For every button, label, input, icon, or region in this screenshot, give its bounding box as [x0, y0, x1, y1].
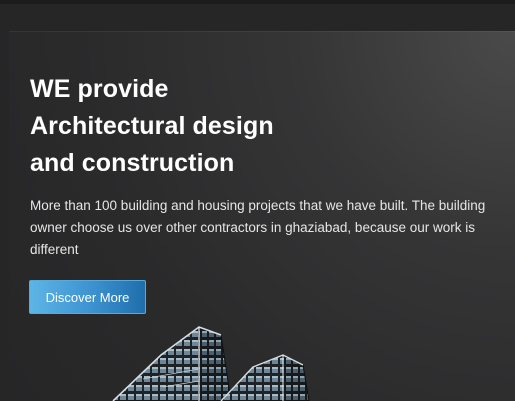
hero-description: More than 100 building and housing proje… — [30, 198, 486, 257]
hero-title: WE provide Architectural design and cons… — [30, 71, 370, 182]
discover-more-button[interactable]: Discover More — [29, 280, 146, 314]
hero-title-line-2: Architectural design — [30, 112, 274, 140]
hero-section: WE provide Architectural design and cons… — [9, 31, 515, 401]
hero-title-line-1: WE provide — [30, 75, 169, 103]
hero-title-line-3: and construction — [30, 149, 235, 177]
building-illustration — [112, 326, 310, 401]
